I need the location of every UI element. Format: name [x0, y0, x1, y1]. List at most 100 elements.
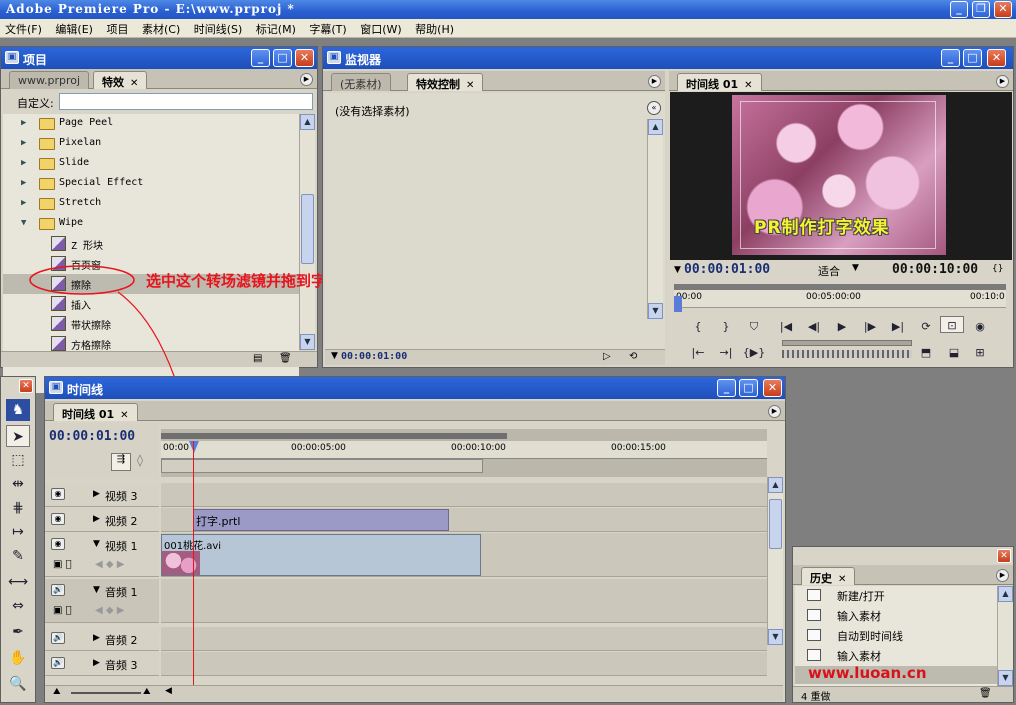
set-in-point-icon[interactable]: { [686, 318, 710, 335]
panel-menu-icon[interactable]: ▶ [648, 75, 661, 88]
tree-item-effect[interactable]: 带状擦除 [3, 314, 299, 334]
selection-tool-icon[interactable]: ➤ [6, 425, 30, 447]
expand-arrow-icon[interactable]: ▶ [93, 658, 100, 668]
track-audio-3[interactable] [161, 652, 767, 676]
lift-icon[interactable]: ⬒ [914, 344, 938, 361]
timeline-vscroll[interactable]: ▲ ▼ [767, 477, 783, 645]
track-video-1[interactable]: 001桃花.avi [161, 533, 767, 577]
track-header-video-2[interactable]: ◉ ▶ 视频 2 [45, 508, 159, 532]
scroll-up-icon[interactable]: ▲ [300, 114, 315, 130]
minimize-button[interactable]: _ [950, 1, 968, 18]
safe-margins-icon[interactable]: ⊡ [940, 316, 964, 333]
panel-minimize-button[interactable]: _ [717, 379, 736, 397]
maximize-button[interactable]: ❐ [972, 1, 990, 18]
eye-icon[interactable]: ◉ [51, 513, 65, 525]
track-header-audio-3[interactable]: 🔊 ▶ 音频 3 [45, 652, 159, 676]
expand-arrow-icon[interactable]: ▶ [21, 198, 26, 208]
tree-item-page-peel[interactable]: ▶ Page Peel [3, 114, 299, 134]
menu-edit[interactable]: 编辑(E) [50, 19, 98, 37]
tree-item-effect[interactable]: Z 形块 [3, 234, 299, 254]
eye-icon[interactable]: ◉ [51, 488, 65, 500]
track-video-2[interactable]: 打字.prtl [161, 508, 767, 532]
track-header-audio-1[interactable]: 🔊 ▼ 音频 1 ▣ ⃠ ◀ ◆ ▶ [45, 579, 159, 623]
menu-project[interactable]: 项目 [101, 19, 133, 37]
expand-arrow-icon[interactable]: ▶ [21, 138, 26, 148]
expand-arrow-icon[interactable]: ▶ [21, 118, 26, 128]
tab-project-file[interactable]: www.prproj [9, 71, 90, 89]
effects-scrollbar[interactable]: ▲ ▼ [299, 114, 315, 350]
program-ruler[interactable]: 00:00 00:05:00:00 00:10:0 [674, 290, 1006, 308]
keyframe-nav-icon[interactable]: ◀ ◆ ▶ [95, 605, 124, 616]
scroll-down-icon[interactable]: ▼ [768, 629, 783, 645]
extract-icon[interactable]: ⬓ [942, 344, 966, 361]
zoom-out-icon[interactable]: ⛰ [53, 687, 61, 697]
ripple-edit-tool-icon[interactable]: ⇹ [6, 473, 30, 495]
title-clip[interactable]: 打字.prtl [193, 509, 449, 531]
tab-effect-controls[interactable]: 特效控制 ✕ [407, 73, 484, 91]
history-item[interactable]: 自动到时间线 [801, 626, 979, 645]
zoom-tool-icon[interactable]: 🔍 [6, 673, 30, 695]
tree-item-effect[interactable]: 插入 [3, 294, 299, 314]
hand-tool-icon[interactable]: ✋ [6, 647, 30, 669]
loop-icon[interactable]: ⟳ [914, 318, 938, 335]
scroll-thumb[interactable] [769, 499, 782, 549]
play-audio-icon[interactable]: ▷ [603, 351, 611, 362]
timeline-ruler-area[interactable]: 00:00 00:00:05:00 00:00:10:00 00:00:15:0… [161, 429, 767, 477]
output-icon[interactable]: ◉ [968, 318, 992, 335]
scroll-thumb[interactable] [301, 194, 314, 264]
track-audio-1[interactable] [161, 579, 767, 623]
program-current-time[interactable]: 00:00:01:00 [684, 262, 770, 277]
history-item[interactable]: 输入素材 [801, 606, 979, 625]
close-icon[interactable]: ✕ [838, 574, 846, 585]
menu-help[interactable]: 帮助(H) [410, 19, 459, 37]
expand-arrow-icon[interactable]: ▶ [93, 489, 100, 499]
step-forward-icon[interactable]: |▶ [858, 318, 882, 335]
panel-close-button[interactable]: ✕ [763, 379, 782, 397]
expand-arrow-icon[interactable]: ▶ [21, 158, 26, 168]
tab-history[interactable]: 历史 ✕ [801, 567, 856, 585]
tab-effects[interactable]: 特效 ✕ [93, 71, 148, 89]
close-button[interactable]: ✕ [994, 1, 1012, 18]
marker-icon[interactable]: ◊ [137, 453, 143, 467]
collapse-arrow-icon[interactable]: ▼ [21, 218, 26, 228]
history-scrollbar[interactable]: ▲ ▼ [997, 586, 1013, 686]
close-icon[interactable]: ✕ [466, 80, 474, 91]
video-clip[interactable]: 001桃花.avi [161, 534, 481, 576]
menu-window[interactable]: 窗口(W) [355, 19, 406, 37]
track-select-tool-icon[interactable]: ⬚ [6, 449, 30, 471]
custom-filter-input[interactable] [59, 93, 313, 110]
expand-arrow-icon[interactable]: ▶ [93, 514, 100, 524]
panel-menu-icon[interactable]: ▶ [996, 569, 1009, 582]
panel-close-button[interactable]: ✕ [295, 49, 314, 67]
tab-source[interactable]: (无素材) [331, 73, 391, 91]
timeline-ruler[interactable]: 00:00 00:00:05:00 00:00:10:00 00:00:15:0… [161, 441, 767, 459]
history-close-button[interactable]: ✕ [997, 549, 1011, 563]
scroll-down-icon[interactable]: ▼ [300, 334, 315, 350]
fit-dropdown[interactable]: 适合 [818, 263, 840, 279]
track-header-video-3[interactable]: ◉ ▶ 视频 3 [45, 483, 159, 507]
effect-timecode[interactable]: 00:00:01:00 [341, 351, 407, 362]
scroll-down-icon[interactable]: ▼ [648, 303, 663, 319]
go-to-next-edit-icon[interactable]: →| [714, 344, 738, 361]
panel-maximize-button[interactable]: □ [273, 49, 292, 67]
rate-stretch-tool-icon[interactable]: ↦ [6, 521, 30, 543]
panel-menu-icon[interactable]: ▶ [996, 75, 1009, 88]
trash-icon[interactable]: 🗑 [279, 353, 292, 364]
step-back-icon[interactable]: ◀| [802, 318, 826, 335]
tab-timeline-01[interactable]: 时间线 01 ✕ [53, 403, 138, 421]
history-item[interactable]: 输入素材 [801, 646, 979, 665]
set-marker-icon[interactable]: ⛉ [742, 318, 766, 335]
keyframe-display-icon[interactable]: ▣ ⃠ [53, 605, 72, 616]
zoom-slider[interactable] [71, 692, 141, 694]
close-icon[interactable]: ✕ [130, 78, 138, 89]
tree-item-special-effect[interactable]: ▶ Special Effect [3, 174, 299, 194]
history-item[interactable]: 新建/打开 [801, 586, 979, 605]
wrench-icon[interactable]: {} [992, 264, 1003, 274]
tree-item-stretch[interactable]: ▶ Stretch [3, 194, 299, 214]
go-to-out-icon[interactable]: ▶| [886, 318, 910, 335]
tree-item-pixelan[interactable]: ▶ Pixelan [3, 134, 299, 154]
panel-menu-icon[interactable]: ▶ [300, 73, 313, 86]
track-header-audio-2[interactable]: 🔊 ▶ 音频 2 [45, 627, 159, 651]
tree-item-wipe[interactable]: ▼ Wipe [3, 214, 299, 234]
play-in-to-out-icon[interactable]: {▶} [742, 344, 766, 361]
